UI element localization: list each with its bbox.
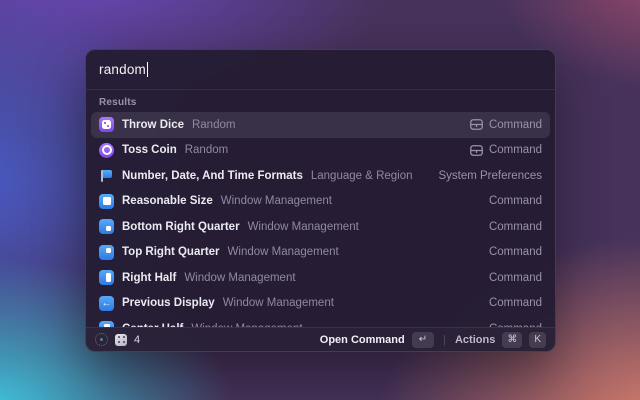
command-type-icon: [470, 119, 483, 131]
command-palette-window: random Results Throw Dice Random Command…: [85, 49, 556, 352]
search-input[interactable]: random: [99, 62, 146, 77]
result-accessory-label: Command: [488, 246, 542, 259]
k-key-badge: K: [529, 331, 546, 348]
result-accessory-label: Command: [488, 195, 542, 208]
result-subtitle: Window Management: [247, 220, 359, 233]
result-row[interactable]: Number, Date, And Time Formats Language …: [91, 163, 550, 189]
result-title: Top Right Quarter: [122, 246, 220, 259]
result-accessory: Command: [489, 297, 542, 309]
result-accessory-label: System Preferences: [438, 169, 542, 182]
result-title: Toss Coin: [122, 144, 177, 157]
result-accessory: Command: [470, 144, 542, 156]
result-title: Previous Display: [122, 297, 215, 310]
dice-result-count: 4: [134, 333, 141, 346]
result-icon: [99, 244, 114, 260]
result-row[interactable]: Bottom Right Quarter Window Management C…: [91, 214, 550, 240]
result-accessory-label: Command: [488, 271, 542, 284]
desktop-background: { "colors": { "accent_purple": "#7f47e9"…: [0, 0, 640, 400]
result-row[interactable]: Top Right Quarter Window Management Comm…: [91, 240, 550, 266]
footer-bar: 4 Open Command ↵ | Actions ⌘ K: [86, 327, 555, 351]
result-subtitle: Window Management: [220, 195, 332, 208]
result-subtitle: Random: [184, 144, 229, 157]
result-accessory: Command: [470, 119, 542, 131]
result-icon: [99, 168, 114, 183]
result-title: Throw Dice: [122, 118, 184, 131]
enter-key-badge: ↵: [411, 331, 435, 348]
result-row[interactable]: Reasonable Size Window Management Comman…: [91, 189, 550, 215]
extension-icon: [95, 333, 108, 346]
result-title: Right Half: [122, 271, 177, 284]
result-accessory: Command: [489, 246, 542, 258]
result-subtitle: Language & Region: [310, 169, 413, 182]
command-type-icon: [470, 144, 483, 156]
result-accessory: Command: [489, 195, 542, 207]
result-subtitle: Random: [191, 118, 236, 131]
result-row[interactable]: Toss Coin Random Command: [91, 138, 550, 164]
result-icon: [99, 270, 114, 286]
result-subtitle: Window Management: [227, 246, 339, 259]
result-icon: [99, 142, 114, 158]
result-icon: [99, 321, 114, 327]
result-subtitle: Window Management: [184, 271, 296, 284]
text-caret: [146, 62, 148, 77]
cmd-key-badge: ⌘: [502, 331, 523, 348]
footer-separator: |: [443, 333, 446, 346]
result-accessory: Command: [489, 221, 542, 233]
open-command-button[interactable]: Open Command: [320, 334, 405, 346]
result-row[interactable]: Previous Display Window Management Comma…: [91, 291, 550, 317]
dice-icon: [115, 333, 127, 346]
result-row[interactable]: Right Half Window Management Command: [91, 265, 550, 291]
results-list: Throw Dice Random Command Toss Coin Rand…: [86, 112, 555, 327]
result-accessory-label: Command: [488, 118, 542, 131]
result-accessory-label: Command: [488, 297, 542, 310]
result-row[interactable]: Throw Dice Random Command: [91, 112, 550, 138]
result-icon: [99, 295, 114, 311]
result-icon: [99, 117, 114, 133]
result-accessory: Command: [489, 272, 542, 284]
result-title: Number, Date, And Time Formats: [122, 169, 303, 182]
result-title: Bottom Right Quarter: [122, 220, 240, 233]
result-accessory: System Preferences: [438, 170, 542, 182]
result-accessory-label: Command: [488, 144, 542, 157]
result-icon: [99, 219, 114, 235]
results-section-header: Results: [99, 97, 137, 108]
result-row[interactable]: Center Half Window Management Command: [91, 316, 550, 327]
search-bar[interactable]: random: [86, 50, 555, 89]
result-title: Reasonable Size: [122, 195, 213, 208]
actions-button[interactable]: Actions: [455, 334, 495, 346]
result-subtitle: Window Management: [222, 297, 334, 310]
result-icon: [99, 193, 114, 209]
result-accessory-label: Command: [488, 220, 542, 233]
